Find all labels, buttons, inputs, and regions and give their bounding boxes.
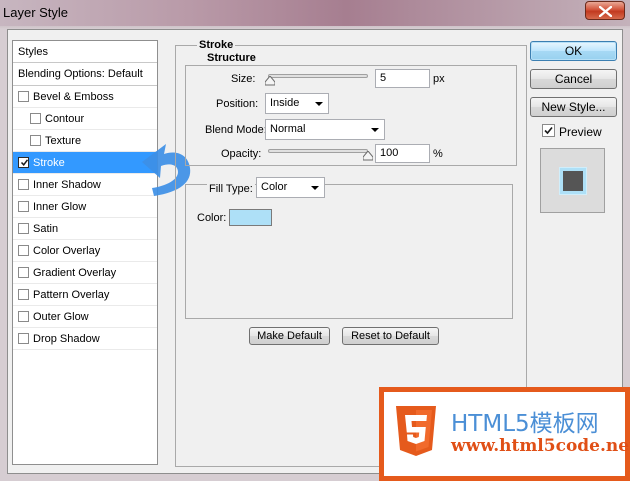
- preview-checkbox[interactable]: [542, 124, 555, 137]
- chevron-down-icon: [311, 186, 319, 190]
- position-label: Position:: [216, 98, 259, 110]
- style-checkbox[interactable]: [18, 179, 29, 190]
- opacity-slider-track[interactable]: [268, 149, 368, 153]
- size-unit: px: [433, 73, 445, 85]
- style-checkbox[interactable]: [30, 113, 41, 124]
- opacity-slider-thumb[interactable]: [363, 151, 373, 161]
- style-checkbox[interactable]: [18, 289, 29, 300]
- style-item-label: Color Overlay: [33, 245, 101, 257]
- style-item-label: Stroke: [33, 157, 65, 169]
- style-item-pattern-overlay[interactable]: Pattern Overlay: [13, 284, 157, 306]
- style-item-outer-glow[interactable]: Outer Glow: [13, 306, 157, 328]
- fill-group: [185, 184, 513, 319]
- layer-style-window: Layer Style Styles Blending Options: Def…: [0, 0, 630, 481]
- make-default-button[interactable]: Make Default: [249, 327, 330, 345]
- style-item-label: Outer Glow: [33, 311, 89, 323]
- style-item-bevel-emboss[interactable]: Bevel & Emboss: [13, 86, 157, 108]
- opacity-input[interactable]: 100: [375, 144, 430, 163]
- ok-button[interactable]: OK: [530, 41, 617, 61]
- blend-mode-label: Blend Mode:: [205, 124, 267, 136]
- styles-list: Styles Blending Options: Default Bevel &…: [12, 40, 158, 465]
- style-item-label: Inner Shadow: [33, 179, 101, 191]
- close-button[interactable]: [585, 1, 625, 20]
- color-label: Color:: [197, 212, 227, 224]
- style-item-contour[interactable]: Contour: [13, 108, 157, 130]
- style-item-gradient-overlay[interactable]: Gradient Overlay: [13, 262, 157, 284]
- size-label: Size:: [231, 73, 256, 85]
- position-value: Inside: [270, 97, 300, 109]
- watermark-banner: HTML5模板网 www.html5code.net: [379, 387, 630, 481]
- style-checkbox[interactable]: [18, 333, 29, 344]
- style-preview: [540, 148, 605, 213]
- close-icon: [599, 6, 612, 17]
- stroke-color-swatch[interactable]: [229, 209, 272, 226]
- checkmark-icon: [544, 126, 553, 135]
- style-item-label: Gradient Overlay: [33, 267, 117, 279]
- style-checkbox[interactable]: [18, 157, 29, 168]
- reset-default-button[interactable]: Reset to Default: [342, 327, 439, 345]
- blend-mode-select[interactable]: Normal: [265, 119, 385, 140]
- size-slider-thumb[interactable]: [265, 76, 275, 86]
- watermark-title: HTML5模板网: [451, 411, 599, 437]
- style-item-label: Drop Shadow: [33, 333, 100, 345]
- checkmark-icon: [20, 159, 29, 166]
- preview-label: Preview: [559, 125, 602, 139]
- style-item-label: Contour: [45, 113, 85, 125]
- style-checkbox[interactable]: [18, 91, 29, 102]
- position-select[interactable]: Inside: [265, 93, 329, 114]
- style-checkbox[interactable]: [18, 201, 29, 212]
- window-title: Layer Style: [3, 5, 69, 20]
- cancel-button[interactable]: Cancel: [530, 69, 617, 89]
- style-checkbox[interactable]: [18, 245, 29, 256]
- chevron-down-icon: [315, 102, 323, 106]
- size-slider-track[interactable]: [268, 74, 368, 78]
- style-checkbox[interactable]: [18, 223, 29, 234]
- stroke-title: Stroke: [197, 39, 236, 51]
- styles-header[interactable]: Styles: [13, 41, 157, 63]
- preview-swatch: [560, 168, 586, 194]
- blending-options-item[interactable]: Blending Options: Default: [13, 63, 157, 86]
- opacity-label: Opacity:: [221, 148, 262, 160]
- fill-type-value: Color: [261, 181, 288, 193]
- title-bar[interactable]: Layer Style: [0, 0, 630, 26]
- fill-type-label: Fill Type:: [207, 183, 255, 195]
- watermark-url: www.html5code.net: [451, 436, 630, 456]
- structure-title: Structure: [205, 52, 258, 64]
- style-checkbox[interactable]: [18, 267, 29, 278]
- style-item-label: Bevel & Emboss: [33, 91, 114, 103]
- style-item-drop-shadow[interactable]: Drop Shadow: [13, 328, 157, 350]
- fill-type-select[interactable]: Color: [256, 177, 325, 198]
- new-style-button[interactable]: New Style...: [530, 97, 617, 117]
- chevron-down-icon: [371, 128, 379, 132]
- style-item-color-overlay[interactable]: Color Overlay: [13, 240, 157, 262]
- style-item-label: Pattern Overlay: [33, 289, 110, 301]
- style-item-label: Texture: [45, 135, 82, 147]
- opacity-unit: %: [433, 148, 443, 160]
- style-checkbox[interactable]: [30, 135, 41, 146]
- style-checkbox[interactable]: [18, 311, 29, 322]
- size-input[interactable]: 5: [375, 69, 430, 88]
- blend-mode-value: Normal: [270, 123, 306, 135]
- html5-logo-icon: [396, 406, 436, 456]
- style-item-label: Satin: [33, 223, 59, 235]
- style-item-label: Inner Glow: [33, 201, 87, 213]
